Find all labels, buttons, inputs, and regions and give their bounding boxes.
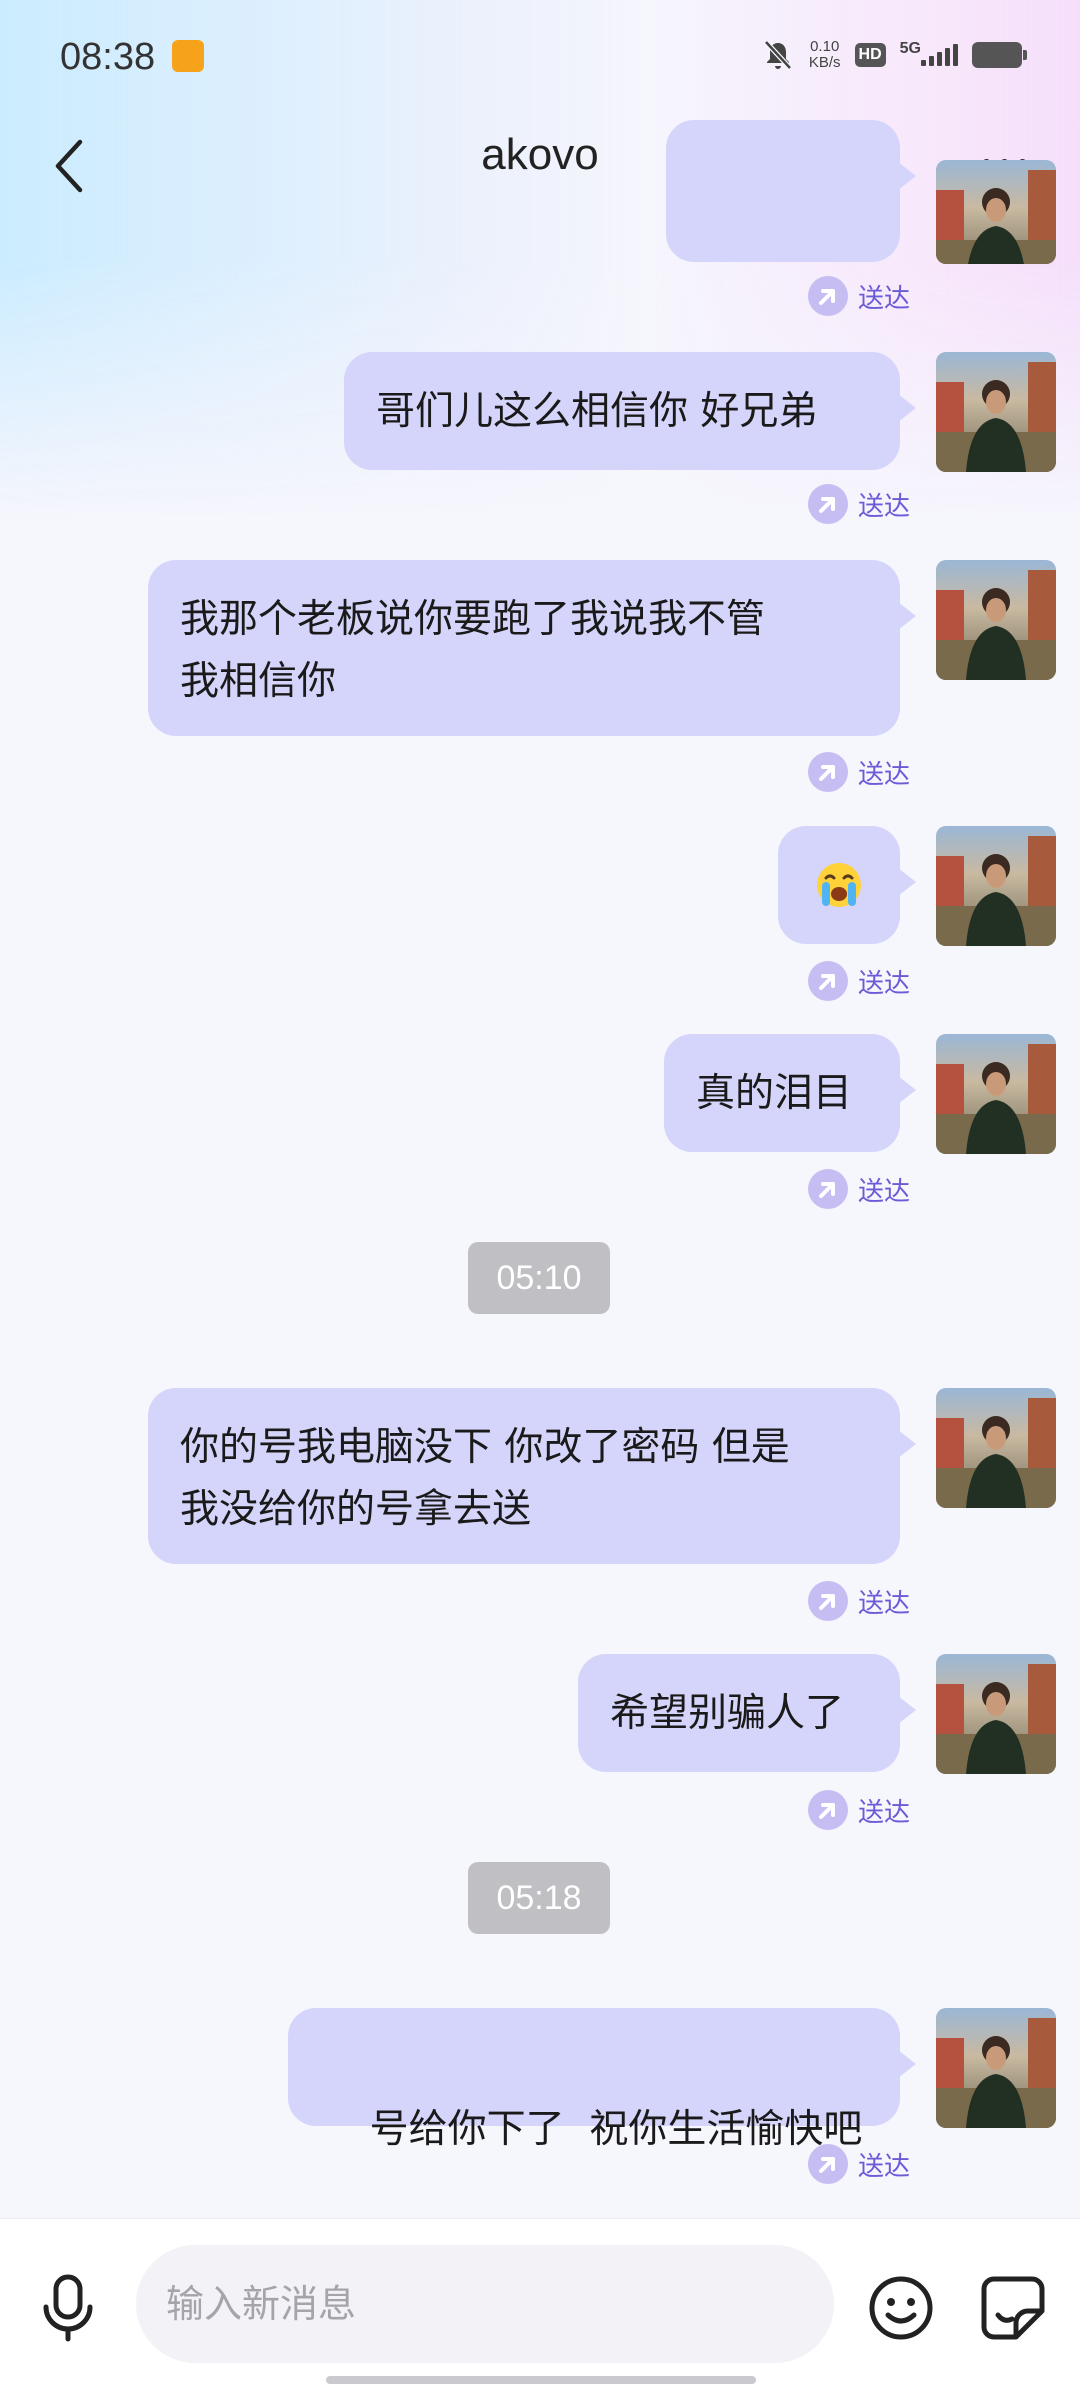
sticker-icon[interactable]: [980, 2275, 1046, 2341]
avatar[interactable]: [936, 1388, 1056, 1508]
delivery-status: 送达: [807, 1790, 910, 1830]
avatar[interactable]: [936, 160, 1056, 264]
delivered-label: 送达: [857, 759, 910, 790]
avatar[interactable]: [936, 2008, 1056, 2128]
delivery-status: 送达: [807, 961, 910, 1001]
message-input[interactable]: [136, 2245, 834, 2363]
notification-app-icon: [172, 40, 204, 72]
avatar-photo: [936, 352, 1056, 472]
avatar-photo: [936, 560, 1056, 680]
chat-header: akovo: [0, 118, 1080, 268]
microphone-icon[interactable]: [36, 2273, 100, 2343]
delivered-label: 送达: [857, 491, 910, 522]
avatar-photo: [936, 1034, 1056, 1154]
delivered-label: 送达: [857, 1176, 910, 1207]
time-divider: 05:10: [468, 1242, 610, 1314]
delivered-icon: [807, 1581, 848, 1621]
delivered-icon: [807, 1790, 848, 1830]
message-text: 号给你下了 祝你生活愉快吧: [369, 2107, 863, 2152]
message-text: 希望别骗人了: [610, 1691, 845, 1736]
delivered-icon: [807, 484, 848, 524]
delivered-label: 送达: [857, 1588, 910, 1619]
delivered-label: 送达: [857, 968, 910, 999]
message-bubble[interactable]: 真的泪目: [664, 1034, 916, 1152]
message-text: 真的泪目: [696, 1071, 853, 1116]
crying-face-emoji-icon: [817, 863, 861, 907]
battery-icon: [972, 42, 1027, 68]
delivered-icon: [807, 961, 848, 1001]
delivery-status: 送达: [807, 484, 910, 524]
time-divider: 05:18: [468, 1862, 610, 1934]
network-speed: 0.10 KB/s: [808, 38, 841, 71]
delivered-label: 送达: [857, 283, 910, 314]
avatar-photo: [936, 2008, 1056, 2128]
signal-indicator: 5G: [900, 40, 958, 66]
avatar[interactable]: [936, 826, 1056, 946]
delivered-icon: [807, 276, 848, 316]
delivery-status: 送达: [807, 752, 910, 792]
signal-bars-icon: [921, 44, 958, 66]
status-bar: 08:38 0.10 KB/s HD 5G: [0, 0, 1080, 118]
message-text-line: 我那个老板说你要跑了我说我不管: [180, 597, 766, 642]
message-text-line: 你的号我电脑没下 你改了密码 但是: [180, 1425, 790, 1470]
avatar[interactable]: [936, 352, 1056, 472]
delivered-icon: [807, 2144, 848, 2184]
avatar[interactable]: [936, 1654, 1056, 1774]
network-type: 5G: [899, 40, 921, 57]
status-icons: 0.10 KB/s HD 5G: [761, 38, 1027, 72]
avatar-photo: [936, 160, 1056, 264]
delivery-status: 送达: [807, 1169, 910, 1209]
chat-title: akovo: [481, 130, 599, 179]
message-bubble[interactable]: [778, 826, 916, 944]
message-text-line: 我没给你的号拿去送: [180, 1487, 532, 1532]
delivered-label: 送达: [857, 2151, 910, 2182]
message-bubble[interactable]: 哥们儿这么相信你 好兄弟: [344, 352, 916, 470]
message-bubble[interactable]: 号给你下了 祝你生活愉快吧: [288, 2008, 916, 2152]
delivered-icon: [807, 752, 848, 792]
message-bubble[interactable]: 希望别骗人了: [578, 1654, 916, 1772]
hd-badge: HD: [854, 43, 886, 67]
home-indicator[interactable]: [326, 2376, 756, 2384]
avatar[interactable]: [936, 1034, 1056, 1154]
message-text: 哥们儿这么相信你 好兄弟: [376, 389, 818, 434]
message-text-line: 我相信你: [180, 659, 337, 704]
message-composer: [0, 2218, 1080, 2389]
delivery-status: 送达: [807, 2144, 910, 2184]
message-bubble[interactable]: 你的号我电脑没下 你改了密码 但是 我没给你的号拿去送: [148, 1388, 916, 1564]
message-bubble[interactable]: [666, 120, 916, 262]
smiley-icon[interactable]: [868, 2275, 934, 2341]
avatar-photo: [936, 1654, 1056, 1774]
delivery-status: 送达: [807, 276, 910, 316]
status-time: 08:38: [60, 36, 156, 78]
delivered-label: 送达: [857, 1797, 910, 1828]
avatar[interactable]: [936, 560, 1056, 680]
avatar-photo: [936, 1388, 1056, 1508]
avatar-photo: [936, 826, 1056, 946]
delivery-status: 送达: [807, 1581, 910, 1621]
bell-mute-icon: [764, 40, 792, 70]
message-bubble[interactable]: 我那个老板说你要跑了我说我不管 我相信你: [148, 560, 916, 736]
delivered-icon: [807, 1169, 848, 1209]
